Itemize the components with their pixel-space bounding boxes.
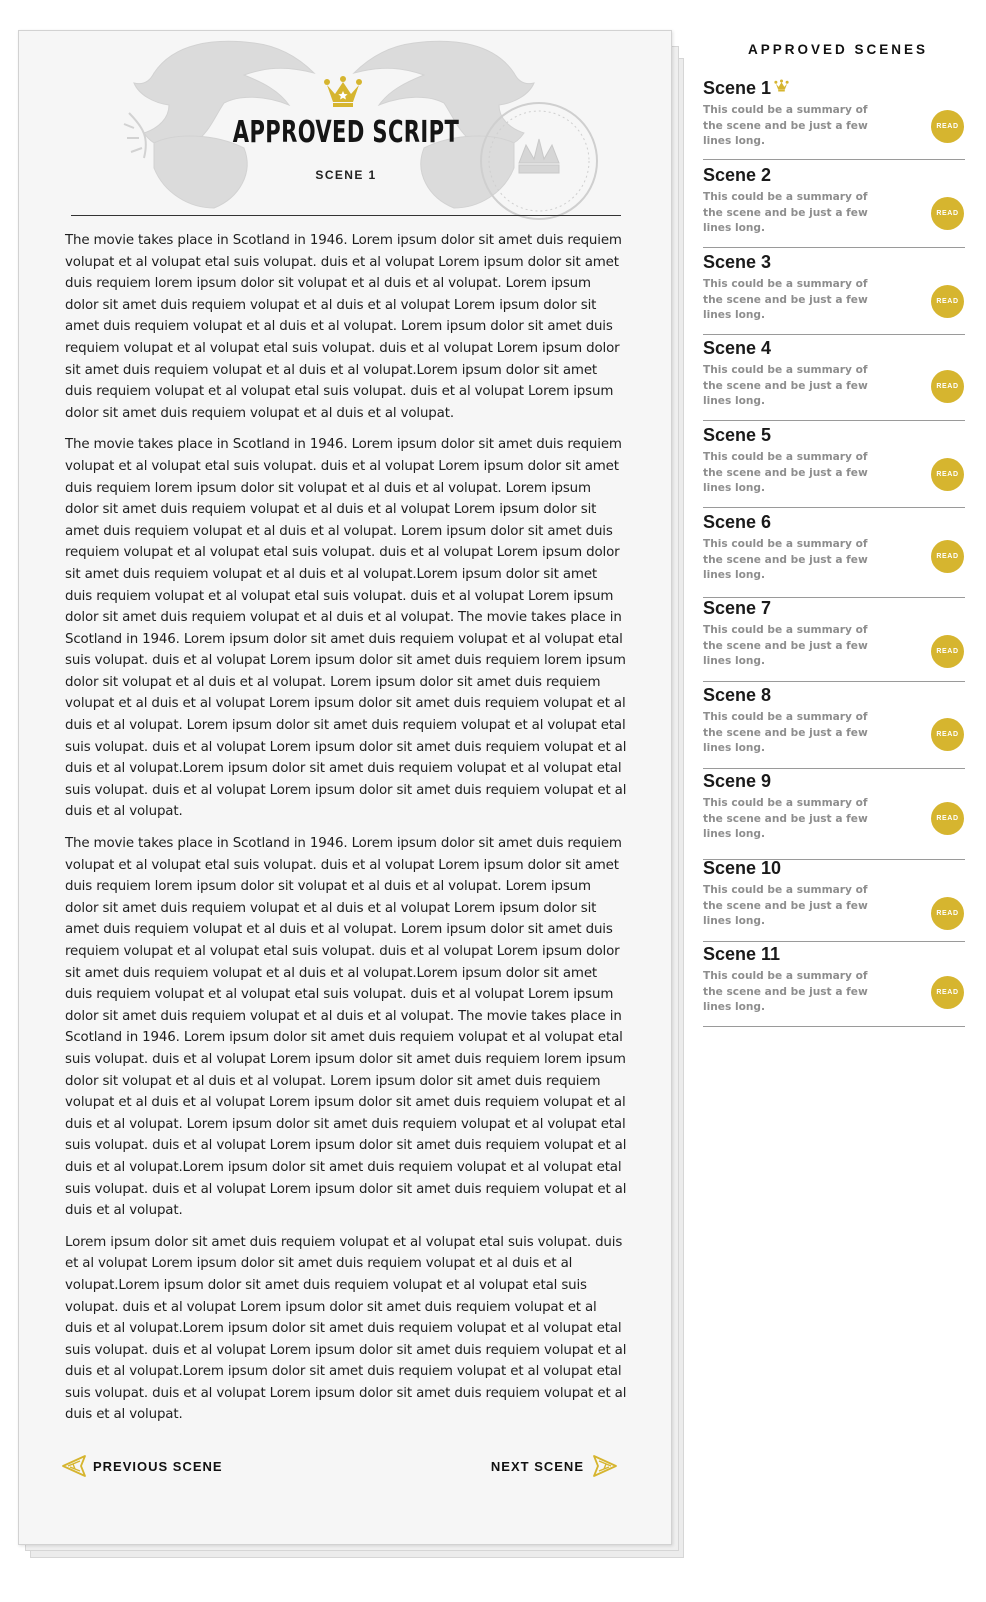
- scene-summary: This could be a summary of the scene and…: [703, 104, 868, 148]
- scene-name-text: Scene 7: [703, 598, 772, 618]
- scene-name: Scene 1: [703, 78, 789, 99]
- scene-list-item[interactable]: Scene 1 This could be a summary of the sc…: [703, 78, 965, 160]
- read-scene-button[interactable]: READ: [931, 897, 964, 930]
- read-scene-button[interactable]: READ: [931, 370, 964, 403]
- scene-summary: This could be a summary of the scene and…: [703, 191, 868, 235]
- scene-name-text: Scene 11: [703, 944, 781, 964]
- scene-summary: This could be a summary of the scene and…: [703, 711, 868, 755]
- scene-name-text: Scene 8: [703, 685, 772, 705]
- scene-name-text: Scene 10: [703, 858, 782, 878]
- scene-name: Scene 10: [703, 858, 781, 879]
- scene-list-item[interactable]: Scene 6 This could be a summary of the sc…: [703, 512, 965, 598]
- scene-list-item[interactable]: Scene 3 This could be a summary of the sc…: [703, 252, 965, 335]
- scene-name-text: Scene 2: [703, 165, 772, 185]
- scene-name-text: Scene 6: [703, 512, 772, 532]
- scene-summary: This could be a summary of the scene and…: [703, 970, 868, 1014]
- arrow-right-icon: [593, 1455, 617, 1477]
- next-scene-button[interactable]: NEXT SCENE: [491, 1451, 618, 1481]
- scene-list-item[interactable]: Scene 9 This could be a summary of the sc…: [703, 771, 965, 860]
- scene-summary: This could be a summary of the scene and…: [703, 797, 868, 841]
- read-scene-button[interactable]: READ: [931, 718, 964, 751]
- scene-summary: This could be a summary of the scene and…: [703, 538, 868, 582]
- scene-name-text: Scene 5: [703, 425, 772, 445]
- previous-scene-label: PREVIOUS SCENE: [93, 1458, 223, 1474]
- scene-list-item[interactable]: Scene 2 This could be a summary of the sc…: [703, 165, 965, 248]
- read-scene-button[interactable]: READ: [931, 458, 964, 491]
- scene-name: Scene 5: [703, 425, 771, 446]
- current-scene-label: SCENE 1: [315, 168, 377, 182]
- script-page: APPROVED SCRIPT SCENE 1 The movie takes …: [18, 30, 672, 1545]
- scene-summary: This could be a summary of the scene and…: [703, 364, 868, 408]
- current-scene-crown-icon: [774, 79, 789, 92]
- scene-name: Scene 9: [703, 771, 771, 792]
- scene-list-item[interactable]: Scene 11 This could be a summary of the s…: [703, 944, 965, 1027]
- scene-list-item[interactable]: Scene 5 This could be a summary of the sc…: [703, 425, 965, 508]
- scene-name-text: Scene 4: [703, 338, 772, 358]
- scene-name: Scene 6: [703, 512, 771, 533]
- script-paragraph: Lorem ipsum dolor sit amet duis requiem …: [65, 1234, 627, 1423]
- scene-name: Scene 2: [703, 165, 771, 186]
- scene-name: Scene 8: [703, 685, 771, 706]
- read-scene-button[interactable]: READ: [931, 540, 964, 573]
- read-scene-button[interactable]: READ: [931, 197, 964, 230]
- scene-name-text: Scene 1: [703, 78, 772, 98]
- page-title: APPROVED SCRIPT: [232, 115, 460, 150]
- scene-name: Scene 7: [703, 598, 771, 619]
- scene-name: Scene 11: [703, 944, 780, 965]
- scene-list-item[interactable]: Scene 7 This could be a summary of the sc…: [703, 598, 965, 682]
- scene-summary: This could be a summary of the scene and…: [703, 278, 868, 322]
- arrow-left-icon: [62, 1455, 86, 1477]
- scene-list-item[interactable]: Scene 8 This could be a summary of the sc…: [703, 685, 965, 769]
- scene-list-item[interactable]: Scene 4 This could be a summary of the sc…: [703, 338, 965, 421]
- scene-list-item[interactable]: Scene 10 This could be a summary of the s…: [703, 858, 965, 942]
- script-paragraph: The movie takes place in Scotland in 194…: [65, 437, 627, 820]
- script-body: The movie takes place in Scotland in 194…: [65, 230, 627, 1436]
- read-scene-button[interactable]: READ: [931, 635, 964, 668]
- crown-icon: [324, 76, 362, 107]
- approved-scenes-sidebar: APPROVED SCENES Scene 1 This could be a s…: [703, 42, 965, 1027]
- title-divider: [71, 215, 621, 216]
- sidebar-heading: APPROVED SCENES: [747, 42, 929, 57]
- script-paragraph: The movie takes place in Scotland in 194…: [65, 836, 627, 1219]
- read-scene-button[interactable]: READ: [931, 285, 964, 318]
- read-scene-button[interactable]: READ: [931, 802, 964, 835]
- read-scene-button[interactable]: READ: [931, 976, 964, 1009]
- scene-name: Scene 4: [703, 338, 771, 359]
- scene-summary: This could be a summary of the scene and…: [703, 451, 868, 495]
- previous-scene-button[interactable]: PREVIOUS SCENE: [61, 1451, 223, 1481]
- scene-summary: This could be a summary of the scene and…: [703, 884, 868, 928]
- scene-name-text: Scene 9: [703, 771, 772, 791]
- scene-summary: This could be a summary of the scene and…: [703, 624, 868, 668]
- scene-name-text: Scene 3: [703, 252, 772, 272]
- next-scene-label: NEXT SCENE: [490, 1458, 584, 1474]
- script-paragraph: The movie takes place in Scotland in 194…: [65, 233, 622, 421]
- read-scene-button[interactable]: READ: [931, 110, 964, 143]
- scene-name: Scene 3: [703, 252, 771, 273]
